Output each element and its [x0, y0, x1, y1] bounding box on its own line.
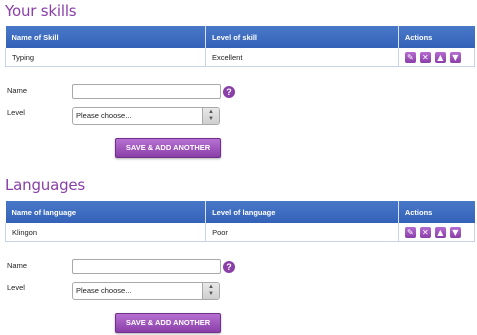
- header-language-name: Name of language: [5, 201, 207, 223]
- language-level-label: Level: [7, 283, 25, 292]
- table-row: Typing Excellent ✎ ✕ ▲ ▼: [5, 48, 476, 67]
- arrow-up-icon[interactable]: ▲: [434, 226, 446, 238]
- header-skill-level: Level of skill: [205, 26, 399, 48]
- select-value: Please choose...: [76, 111, 132, 120]
- skills-save-button[interactable]: SAVE & ADD ANOTHER: [115, 138, 221, 158]
- header-skill-name: Name of Skill: [5, 26, 206, 48]
- languages-title: Languages: [5, 176, 86, 194]
- arrow-down-icon[interactable]: ▼: [449, 51, 461, 63]
- question-icon[interactable]: ?: [223, 261, 235, 273]
- skill-name-cell: Typing: [5, 48, 206, 67]
- skills-title: Your skills: [5, 2, 77, 20]
- skill-level-select[interactable]: Please choose... ▲ ▼: [72, 107, 220, 125]
- arrow-down-icon[interactable]: ▼: [449, 226, 461, 238]
- actions-cell: ✎ ✕ ▲ ▼: [397, 48, 476, 67]
- select-arrows-icon: ▲ ▼: [202, 283, 219, 299]
- skills-table: Name of Skill Level of skill Actions Typ…: [5, 26, 476, 67]
- skill-name-input[interactable]: [72, 84, 221, 99]
- arrow-up-icon[interactable]: ▲: [434, 51, 446, 63]
- skill-level-cell: Excellent: [204, 48, 399, 67]
- language-name-label: Name: [7, 261, 28, 270]
- x-icon[interactable]: ✕: [419, 51, 431, 63]
- select-arrows-icon: ▲ ▼: [202, 108, 219, 124]
- header-language-level: Level of language: [205, 201, 399, 223]
- header-actions: Actions: [398, 201, 475, 223]
- language-name-input[interactable]: [72, 259, 221, 274]
- languages-table: Name of language Level of language Actio…: [4, 201, 476, 242]
- skill-name-label: Name: [7, 86, 28, 95]
- select-value: Please choose...: [76, 286, 132, 295]
- pencil-icon[interactable]: ✎: [404, 226, 416, 238]
- question-icon[interactable]: ?: [223, 86, 235, 98]
- skill-level-label: Level: [7, 108, 25, 117]
- languages-save-button[interactable]: SAVE & ADD ANOTHER: [115, 313, 221, 333]
- language-level-select[interactable]: Please choose... ▲ ▼: [72, 282, 220, 300]
- header-actions: Actions: [398, 26, 475, 48]
- actions-cell: ✎ ✕ ▲ ▼: [397, 223, 476, 242]
- table-row: Klingon Poor ✎ ✕ ▲ ▼: [4, 223, 476, 242]
- x-icon[interactable]: ✕: [419, 226, 431, 238]
- pencil-icon[interactable]: ✎: [404, 51, 416, 63]
- language-name-cell: Klingon: [4, 223, 207, 242]
- language-level-cell: Poor: [205, 223, 399, 242]
